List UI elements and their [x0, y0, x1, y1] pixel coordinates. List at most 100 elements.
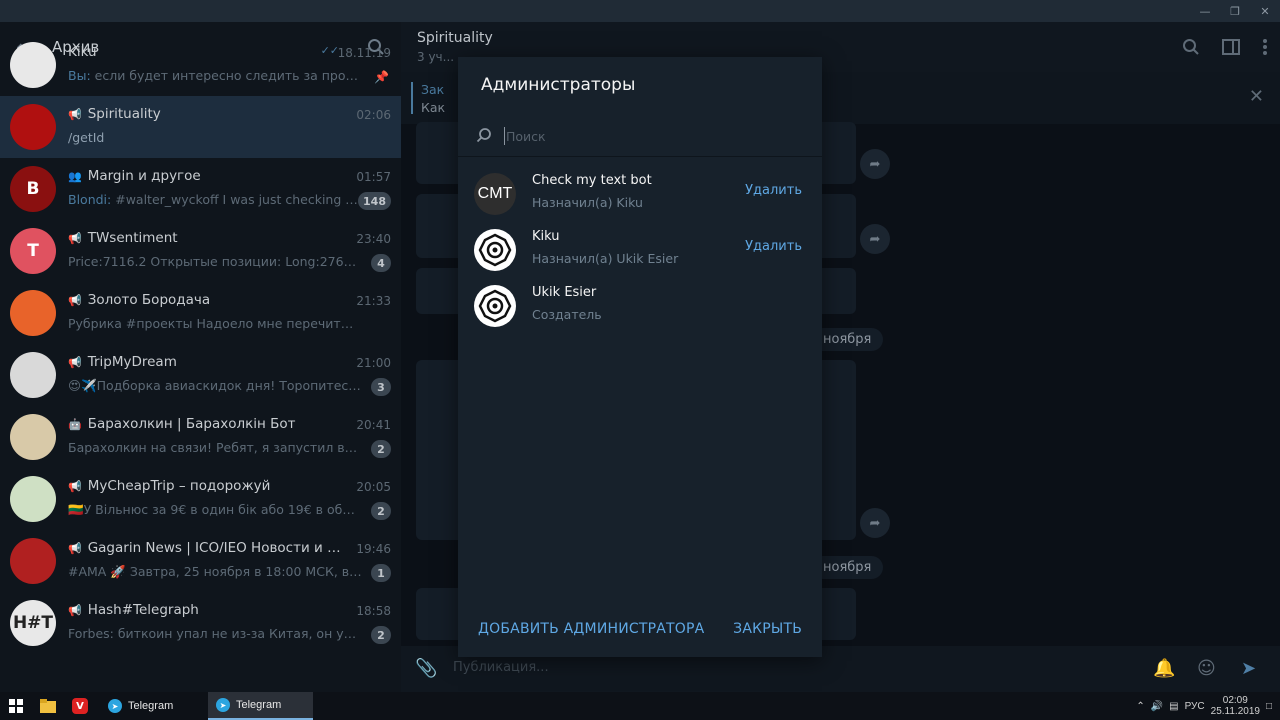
- megaphone-icon: 📢: [68, 604, 82, 617]
- pin-icon: 📌: [374, 70, 389, 84]
- chat-time: 18.11.19: [337, 46, 391, 60]
- admin-row[interactable]: Kiku Назначил(а) Ukik Esier Удалить: [458, 223, 822, 279]
- language-indicator[interactable]: РУС: [1185, 701, 1205, 712]
- dialog-title: Администраторы: [481, 75, 636, 95]
- unread-count-badge: 1: [371, 564, 391, 582]
- taskbar-app-label: Telegram: [128, 700, 174, 712]
- chat-list-item[interactable]: 📢 MyCheapTrip – подорожуй 20:05 🇱🇹У Вільнюс…: [0, 468, 401, 530]
- emoji-icon[interactable]: ☺: [1197, 658, 1216, 679]
- chat-list-item[interactable]: B 👥 Margin и другое 01:57 Blondi: #walter_wy…: [0, 158, 401, 220]
- search-icon: [476, 128, 491, 143]
- chat-list-item[interactable]: Kiku ✓✓ 18.11.19 Вы: если будет интересно с…: [0, 34, 401, 96]
- chat-name: 📢 TWsentiment: [68, 230, 178, 246]
- volume-icon[interactable]: 🔊: [1151, 701, 1163, 712]
- chat-list: Kiku ✓✓ 18.11.19 Вы: если будет интересно с…: [0, 42, 401, 654]
- chat-name-text: MyCheapTrip – подорожуй: [87, 478, 271, 494]
- chat-list-item[interactable]: 📢 TripMyDream 21:00 😍✈️Подборка авиаскидок …: [0, 344, 401, 406]
- notifications-icon[interactable]: □: [1266, 701, 1272, 712]
- megaphone-icon: 📢: [68, 294, 82, 307]
- pinned-label: Зак: [421, 82, 445, 97]
- taskbar-telegram-app-active[interactable]: ➤ Telegram: [208, 692, 313, 720]
- windows-start-icon[interactable]: [6, 696, 26, 716]
- chat-list-item[interactable]: 🤖 Барахолкин | Барахолкін Бот 20:41 Барахол…: [0, 406, 401, 468]
- admin-avatar-emblem-icon: [474, 229, 516, 271]
- chat-name-text: Барахолкин | Барахолкін Бот: [87, 416, 296, 432]
- chat-list-item[interactable]: 📢 Spirituality 02:06/getId: [0, 96, 401, 158]
- chat-time: 18:58: [356, 604, 391, 618]
- forward-icon[interactable]: ➦: [860, 508, 890, 538]
- chat-list-item[interactable]: T 📢 TWsentiment 23:40 Price:7116.2 Открытые …: [0, 220, 401, 282]
- admin-row[interactable]: Ukik Esier Создатель: [458, 279, 822, 335]
- search-icon[interactable]: [1182, 38, 1200, 56]
- chat-time: 23:40: [356, 232, 391, 246]
- chat-avatar: [10, 414, 56, 460]
- vivaldi-browser-icon[interactable]: V: [70, 696, 90, 716]
- chat-avatar: [10, 290, 56, 336]
- taskbar-telegram-app[interactable]: ➤ Telegram: [100, 692, 204, 720]
- composer-placeholder[interactable]: Публикация...: [453, 660, 549, 675]
- preview-sender: Вы:: [68, 68, 95, 83]
- preview-text: #AMA 🚀 Завтра, 25 ноября в 18:00 МСК, в …: [68, 564, 363, 579]
- chat-avatar: [10, 42, 56, 88]
- chat-time: 19:46: [356, 542, 391, 556]
- window-titlebar: — ❐ ✕: [0, 0, 1280, 22]
- sidebar-toggle-icon[interactable]: [1222, 38, 1240, 56]
- dialog-footer: ДОБАВИТЬ АДМИНИСТРАТОРА ЗАКРЫТЬ: [458, 601, 822, 657]
- conversation-title: Spirituality: [417, 30, 493, 46]
- chat-avatar: B: [10, 166, 56, 212]
- clock-date: 25.11.2019: [1210, 706, 1260, 717]
- unread-count-badge: 2: [371, 502, 391, 520]
- admin-name: Kiku: [532, 229, 560, 244]
- chat-time: 21:33: [356, 294, 391, 308]
- forward-icon[interactable]: ➦: [860, 224, 890, 254]
- remove-admin-button[interactable]: Удалить: [745, 239, 802, 254]
- add-administrator-button[interactable]: ДОБАВИТЬ АДМИНИСТРАТОРА: [478, 621, 704, 637]
- chat-avatar: [10, 538, 56, 584]
- forward-icon[interactable]: ➦: [860, 149, 890, 179]
- close-pinned-icon[interactable]: ✕: [1249, 86, 1264, 107]
- bell-icon[interactable]: 🔔: [1153, 658, 1175, 679]
- close-dialog-button[interactable]: ЗАКРЫТЬ: [733, 621, 802, 637]
- send-icon[interactable]: ➤: [1241, 658, 1256, 679]
- chat-preview: Вы: если будет интересно следить за прое…: [68, 68, 363, 83]
- admin-row[interactable]: CMT Check my text bot Назначил(а) Kiku Удал…: [458, 167, 822, 223]
- remove-admin-button[interactable]: Удалить: [745, 183, 802, 198]
- close-window-icon[interactable]: ✕: [1250, 0, 1280, 22]
- chat-name-text: Spirituality: [87, 106, 161, 122]
- chat-list-item[interactable]: H#T 📢 Hash#Telegraph 18:58 Forbes: биткоин у…: [0, 592, 401, 654]
- megaphone-icon: 📢: [68, 108, 82, 121]
- chat-name: 📢 Spirituality: [68, 106, 161, 122]
- more-options-icon[interactable]: [1262, 38, 1268, 56]
- clock[interactable]: 02:09 25.11.2019: [1211, 695, 1260, 717]
- chat-name: 📢 Золото Бородача: [68, 292, 210, 308]
- file-explorer-icon[interactable]: [38, 696, 58, 716]
- chat-name-text: Hash#Telegraph: [87, 602, 199, 618]
- unread-count-badge: 4: [371, 254, 391, 272]
- chat-name: 🤖 Барахолкин | Барахолкін Бот: [68, 416, 296, 432]
- network-icon[interactable]: ▤: [1169, 701, 1178, 712]
- chat-preview: /getId: [68, 130, 363, 145]
- chat-list-item[interactable]: 📢 Золото Бородача 21:33 Рубрика #проекты На…: [0, 282, 401, 344]
- search-input[interactable]: [506, 123, 796, 149]
- chat-avatar: H#T: [10, 600, 56, 646]
- show-hidden-icons-icon[interactable]: ⌃: [1136, 701, 1144, 712]
- megaphone-icon: 📢: [68, 542, 82, 555]
- minimize-icon[interactable]: —: [1190, 0, 1220, 22]
- chat-time: 20:05: [356, 480, 391, 494]
- chat-avatar: [10, 104, 56, 150]
- chat-list-item[interactable]: 📢 Gagarin News | ICO/IEO Новости и Обзо..…: [0, 530, 401, 592]
- unread-count-badge: 148: [358, 192, 391, 210]
- maximize-icon[interactable]: ❐: [1220, 0, 1250, 22]
- chat-preview: Рубрика #проекты Надоело мне перечитыват…: [68, 316, 363, 331]
- preview-text: если будет интересно следить за проекто.…: [94, 68, 363, 83]
- admin-avatar-emblem-icon: [474, 285, 516, 327]
- admin-search: [458, 117, 822, 157]
- chat-name: Kiku: [68, 44, 97, 60]
- chat-time: 21:00: [356, 356, 391, 370]
- chat-name: 📢 Gagarin News | ICO/IEO Новости и Обзо..…: [68, 540, 348, 556]
- unread-count-badge: 2: [371, 440, 391, 458]
- preview-text: Price:7116.2 Открытые позиции: Long:2760…: [68, 254, 363, 269]
- attach-icon[interactable]: 📎: [415, 658, 437, 679]
- window-controls: — ❐ ✕: [1190, 0, 1280, 22]
- chat-preview: Blondi: #walter_wyckoff I was just check…: [68, 192, 363, 207]
